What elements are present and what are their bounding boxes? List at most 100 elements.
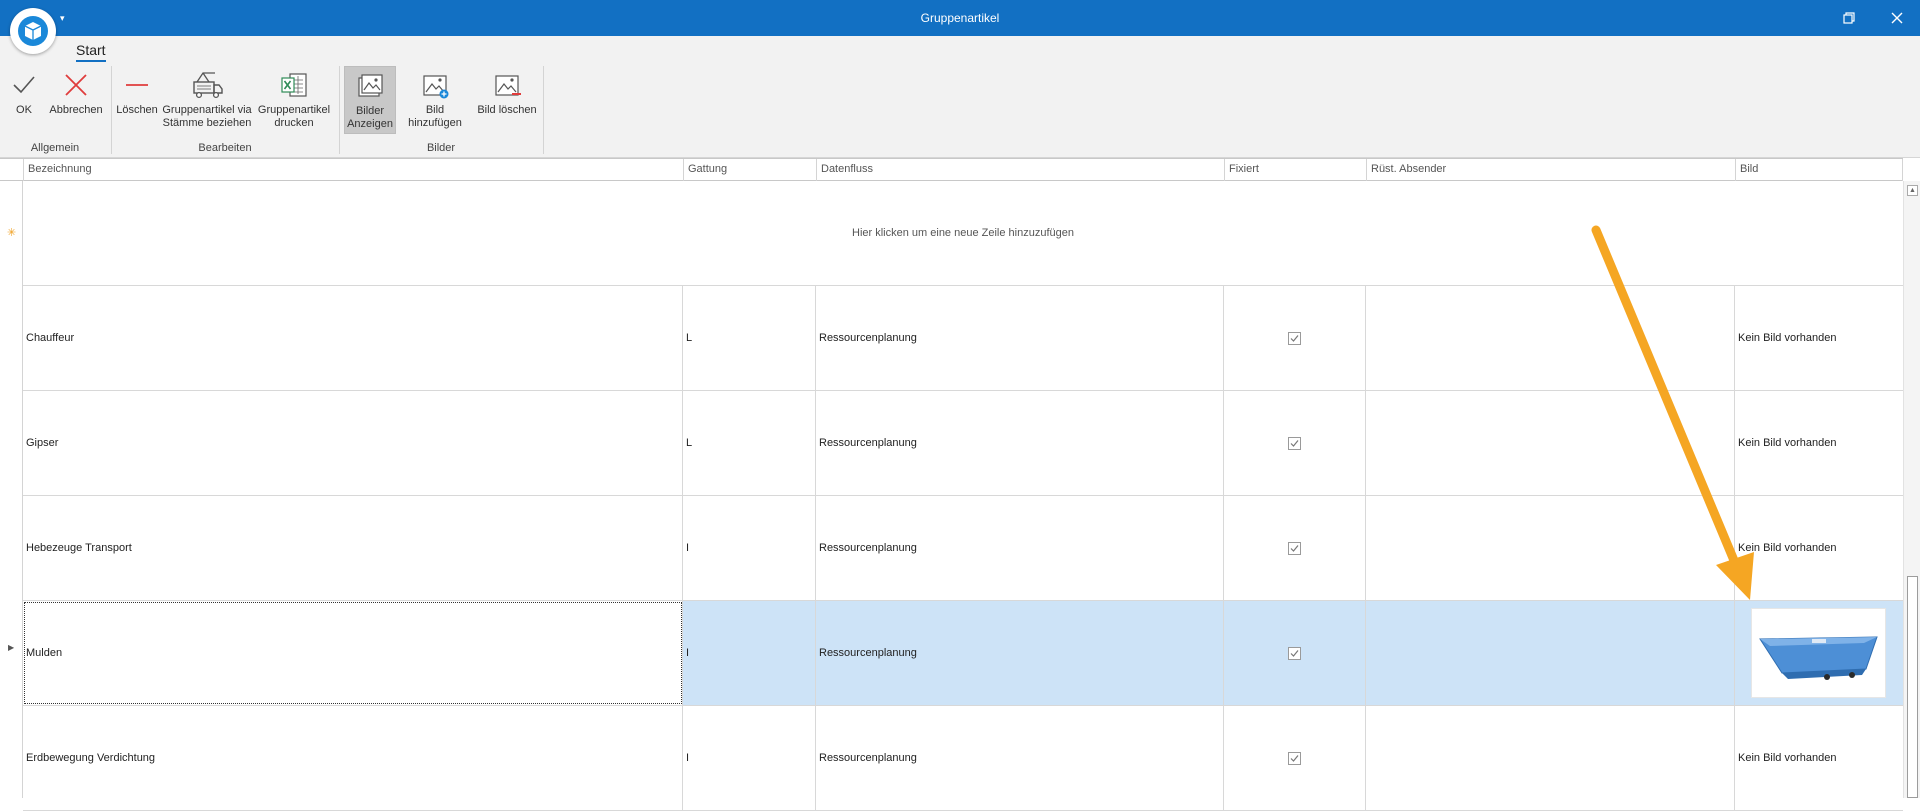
stamm-import-label-1: Gruppenartikel via <box>162 104 252 116</box>
cell-bild[interactable]: Kein Bild vorhanden <box>1735 706 1903 810</box>
table-row[interactable]: Chauffeur L Ressourcenplanung Kein Bild … <box>23 286 1903 391</box>
checkmark-icon <box>13 76 35 94</box>
new-row-star-icon: ✳ <box>7 227 17 239</box>
cell-bezeichnung[interactable]: Erdbewegung Verdichtung <box>23 706 683 810</box>
add-image-label: Bild hinzufügen <box>408 104 462 129</box>
app-logo[interactable] <box>10 8 56 54</box>
tab-start[interactable]: Start <box>76 42 106 62</box>
cell-ruest-absender[interactable] <box>1366 601 1735 705</box>
add-image-button[interactable]: Bild hinzufügen <box>398 68 472 130</box>
cell-datenfluss[interactable]: Ressourcenplanung <box>816 391 1224 495</box>
new-row[interactable]: Hier klicken um eine neue Zeile hinzuzuf… <box>23 181 1903 286</box>
show-images-label-1: Bilder <box>355 105 385 117</box>
row-indicator-column: ✳ ▶ <box>0 181 23 798</box>
cell-bild[interactable]: Kein Bild vorhanden <box>1735 286 1903 390</box>
column-header-bild[interactable]: Bild <box>1735 159 1903 181</box>
cell-ruest-absender[interactable] <box>1366 706 1735 810</box>
data-grid: Bezeichnung Gattung Datenfluss Fixiert R… <box>0 158 1920 811</box>
cell-bezeichnung[interactable]: Mulden <box>23 601 683 705</box>
fixiert-checkbox[interactable] <box>1288 751 1301 765</box>
print-button[interactable]: Gruppenartikel drucken <box>258 68 330 130</box>
cell-gattung[interactable]: I <box>683 496 816 600</box>
close-button[interactable] <box>1874 0 1920 36</box>
column-header-datenfluss[interactable]: Datenfluss <box>816 159 1224 181</box>
truck-crane-icon <box>193 72 223 99</box>
image-icon <box>358 74 383 97</box>
restore-button[interactable] <box>1826 0 1872 36</box>
table-row-selected[interactable]: Mulden I Ressourcenplanung <box>23 601 1903 706</box>
cell-bezeichnung[interactable]: Gipser <box>23 391 683 495</box>
cell-datenfluss[interactable]: Ressourcenplanung <box>816 496 1224 600</box>
print-label-2: drucken <box>274 117 314 129</box>
cell-ruest-absender[interactable] <box>1366 496 1735 600</box>
vertical-scrollbar[interactable]: ▲ <box>1903 181 1920 798</box>
fixiert-checkbox[interactable] <box>1288 541 1301 555</box>
new-row-prompt[interactable]: Hier klicken um eine neue Zeile hinzuzuf… <box>23 181 1903 285</box>
check-icon <box>1290 439 1299 447</box>
cell-fixiert <box>1224 601 1366 705</box>
cell-gattung[interactable]: L <box>683 286 816 390</box>
column-header-bezeichnung[interactable]: Bezeichnung <box>23 159 683 181</box>
title-bar: Gruppenartikel ▾ <box>0 0 1920 36</box>
cell-bild[interactable]: Kein Bild vorhanden <box>1735 496 1903 600</box>
table-row[interactable]: Hebezeuge Transport I Ressourcenplanung … <box>23 496 1903 601</box>
stamm-import-button[interactable]: Gruppenartikel via Stämme beziehen <box>162 68 252 130</box>
column-header-gattung[interactable]: Gattung <box>683 159 816 181</box>
cell-bezeichnung[interactable]: Chauffeur <box>23 286 683 390</box>
cell-fixiert <box>1224 391 1366 495</box>
fixiert-checkbox[interactable] <box>1288 436 1301 450</box>
ok-button[interactable]: OK <box>10 68 38 117</box>
cancel-button[interactable]: Abbrechen <box>48 68 104 117</box>
ok-label: OK <box>16 104 32 116</box>
image-thumbnail-mulde[interactable] <box>1751 608 1886 698</box>
image-add-icon <box>423 75 449 99</box>
cell-datenfluss[interactable]: Ressourcenplanung <box>816 706 1224 810</box>
cell-datenfluss[interactable]: Ressourcenplanung <box>816 286 1224 390</box>
delete-label: Löschen <box>116 104 158 116</box>
image-delete-icon <box>495 75 521 96</box>
cell-bezeichnung[interactable]: Hebezeuge Transport <box>23 496 683 600</box>
cell-ruest-absender[interactable] <box>1366 391 1735 495</box>
cancel-label: Abbrechen <box>49 104 103 116</box>
cell-gattung[interactable]: I <box>683 601 816 705</box>
ribbon: Start OK Abbrechen Allgemein Löschen Gru… <box>0 36 1920 158</box>
quick-access-dropdown-icon[interactable]: ▾ <box>60 13 65 24</box>
fixiert-checkbox[interactable] <box>1288 646 1301 660</box>
check-icon <box>1290 334 1299 342</box>
group-bearbeiten: Löschen Gruppenartikel via Stämme bezieh… <box>112 66 338 156</box>
group-label-allgemein: Allgemein <box>30 142 80 154</box>
group-allgemein: OK Abbrechen Allgemein <box>0 66 110 156</box>
grid-header: Bezeichnung Gattung Datenfluss Fixiert R… <box>0 158 1903 181</box>
group-label-bilder: Bilder <box>426 142 456 154</box>
group-divider <box>543 66 544 154</box>
check-icon <box>1290 649 1299 657</box>
show-images-button[interactable]: Bilder Anzeigen <box>344 66 396 134</box>
group-label-bearbeiten: Bearbeiten <box>198 142 252 154</box>
scroll-up-icon[interactable]: ▲ <box>1907 185 1918 196</box>
close-icon <box>1891 12 1903 24</box>
skip-container-image <box>1759 636 1878 680</box>
table-row[interactable]: Gipser L Ressourcenplanung Kein Bild vor… <box>23 391 1903 496</box>
print-label-1: Gruppenartikel <box>257 104 331 116</box>
cancel-x-icon <box>65 74 87 96</box>
show-images-label-2: Anzeigen <box>347 118 393 130</box>
cell-bild[interactable]: Kein Bild vorhanden <box>1735 391 1903 495</box>
cell-gattung[interactable]: I <box>683 706 816 810</box>
check-icon <box>1290 544 1299 552</box>
delete-button[interactable]: Löschen <box>116 68 158 117</box>
minus-icon <box>126 84 148 86</box>
cell-gattung[interactable]: L <box>683 391 816 495</box>
cell-datenfluss[interactable]: Ressourcenplanung <box>816 601 1224 705</box>
table-row[interactable]: Erdbewegung Verdichtung I Ressourcenplan… <box>23 706 1903 811</box>
column-header-ruest-absender[interactable]: Rüst. Absender <box>1366 159 1735 181</box>
cell-ruest-absender[interactable] <box>1366 286 1735 390</box>
box-logo-icon <box>18 16 48 46</box>
delete-image-label: Bild löschen <box>477 104 537 116</box>
group-bilder: Bilder Anzeigen Bild hinzufügen Bild lös… <box>340 66 542 156</box>
window-title: Gruppenartikel <box>920 11 1000 25</box>
scrollbar-thumb[interactable] <box>1907 576 1918 798</box>
delete-image-button[interactable]: Bild löschen <box>476 68 538 117</box>
fixiert-checkbox[interactable] <box>1288 331 1301 345</box>
current-row-indicator-icon: ▶ <box>8 643 15 652</box>
column-header-fixiert[interactable]: Fixiert <box>1224 159 1366 181</box>
